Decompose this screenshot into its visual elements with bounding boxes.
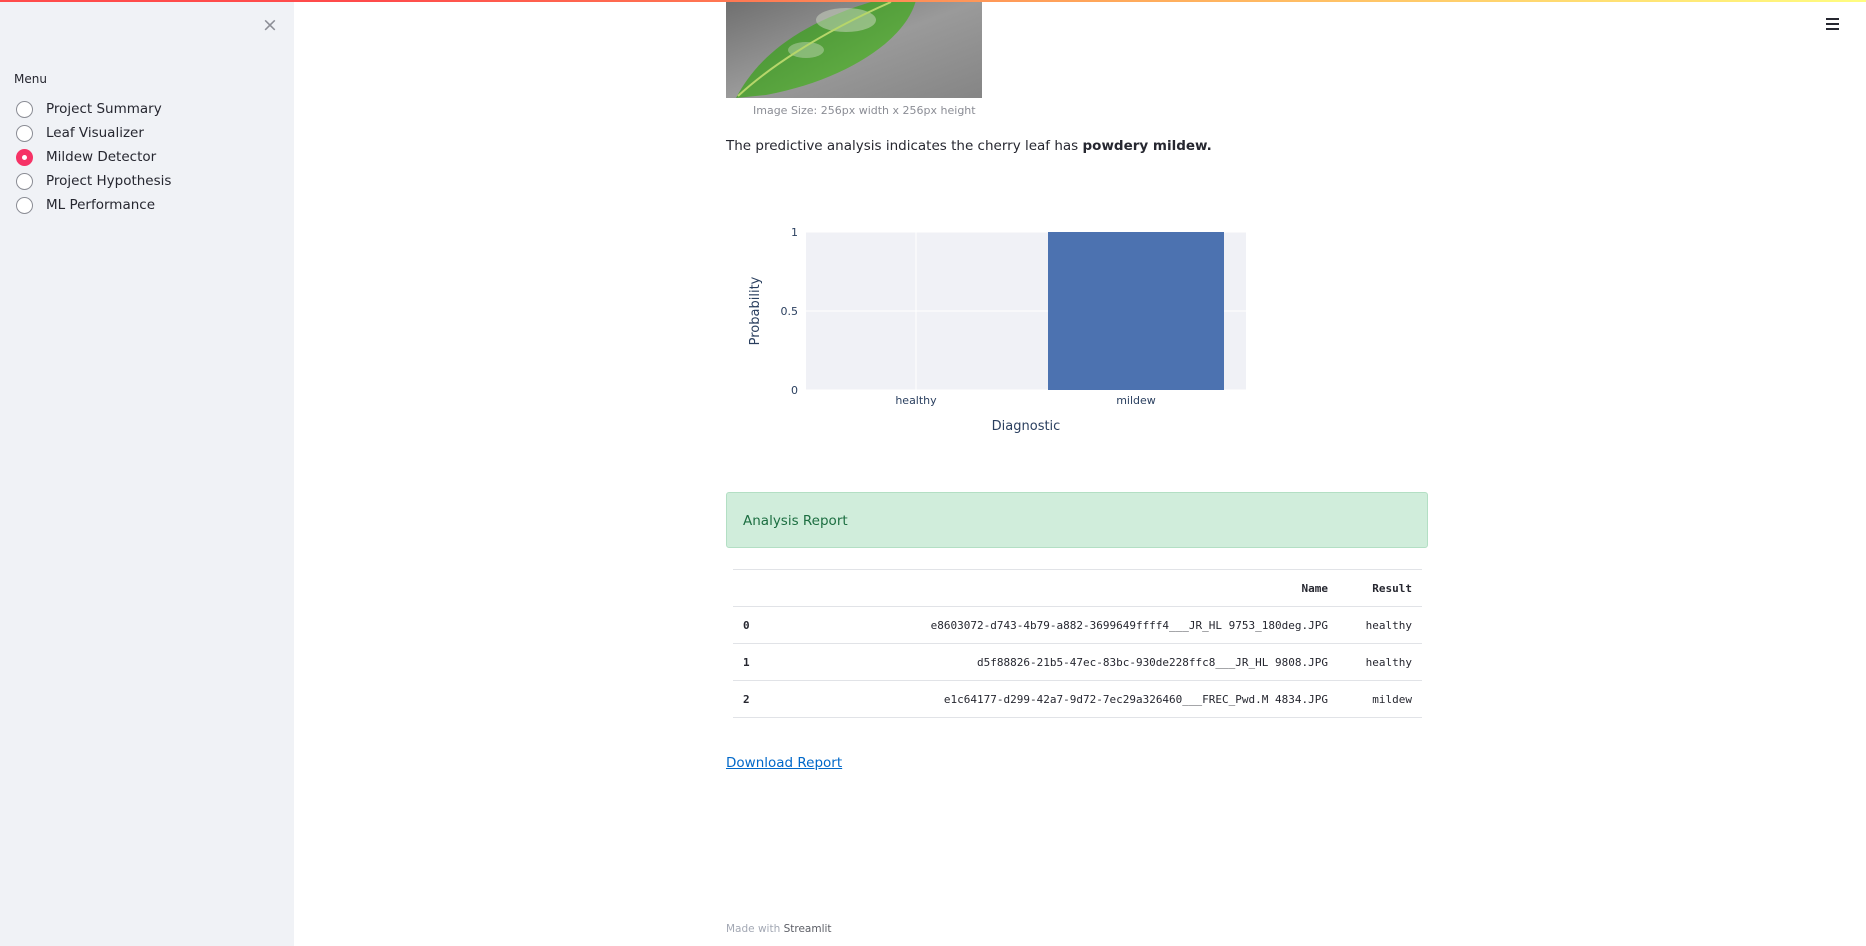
row-index: 2 [733,680,777,718]
download-report-link[interactable]: Download Report [726,755,842,771]
prediction-result: powdery mildew. [1082,138,1212,154]
y-tick-label: 0 [791,384,798,397]
radio-mildew-detector[interactable]: Mildew Detector [14,145,171,169]
x-tick-label: healthy [895,394,937,407]
menu-label: Menu [14,72,47,86]
header-index [733,569,777,607]
bars [1048,232,1224,390]
x-tick-label: mildew [1116,394,1156,407]
prediction-text: The predictive analysis indicates the ch… [726,138,1212,154]
header-name: Name [777,569,1338,607]
chart-svg: 00.51 healthy mildew Probability Diagnost… [748,226,1246,434]
image-caption: Image Size: 256px width x 256px height [753,104,976,117]
row-name: d5f88826-21b5-47ec-83bc-930de228ffc8___J… [777,643,1338,681]
radio-project-summary[interactable]: Project Summary [14,97,171,121]
footer: Made with Streamlit [726,923,832,935]
radio-label: Mildew Detector [46,149,157,165]
probability-chart[interactable]: 0 0.5 1 healthy mildew Probability Diagnost… [726,212,1266,452]
radio-button[interactable] [16,124,33,142]
close-sidebar-icon[interactable]: × [262,14,278,36]
sidebar: × Menu Project Summary Leaf Visualizer M… [0,0,294,946]
row-result: healthy [1338,606,1422,644]
report-table: Name Result 0 e8603072-d743-4b79-a882-36… [733,569,1422,718]
table-row: 2 e1c64177-d299-42a7-9d72-7ec29a326460__… [733,680,1422,718]
x-axis-label: Diagnostic [992,419,1061,434]
radio-button[interactable] [16,196,33,214]
y-tick-label: 0.5 [781,305,799,318]
row-name: e8603072-d743-4b79-a882-3699649ffff4___J… [777,606,1338,644]
row-name: e1c64177-d299-42a7-9d72-7ec29a326460___F… [777,680,1338,718]
row-result: mildew [1338,680,1422,718]
y-ticks: 00.51 [781,226,799,397]
radio-button-selected[interactable] [16,148,33,166]
radio-ml-performance[interactable]: ML Performance [14,193,171,217]
bar-mildew[interactable] [1048,232,1224,390]
alert-text: Analysis Report [743,513,848,529]
table-row: 1 d5f88826-21b5-47ec-83bc-930de228ffc8__… [733,643,1422,681]
y-tick-label: 1 [791,226,798,239]
analysis-report-alert: Analysis Report [726,492,1428,548]
row-result: healthy [1338,643,1422,681]
prediction-prefix: The predictive analysis indicates the ch… [726,138,1083,154]
hamburger-menu-icon[interactable] [1825,17,1841,31]
x-ticks: healthy mildew [895,394,1155,407]
radio-label: Project Summary [46,101,162,117]
radio-label: Leaf Visualizer [46,125,144,141]
page-radio-group: Project Summary Leaf Visualizer Mildew D… [14,97,171,217]
radio-button[interactable] [16,100,33,118]
row-index: 0 [733,606,777,644]
table-row: 0 e8603072-d743-4b79-a882-3699649ffff4__… [733,606,1422,644]
row-index: 1 [733,643,777,681]
footer-prefix: Made with [726,923,784,935]
table-header-row: Name Result [733,569,1422,607]
radio-label: Project Hypothesis [46,173,172,189]
header-result: Result [1338,569,1422,607]
radio-leaf-visualizer[interactable]: Leaf Visualizer [14,121,171,145]
y-axis-label: Probability [748,276,763,345]
radio-project-hypothesis[interactable]: Project Hypothesis [14,169,171,193]
radio-label: ML Performance [46,197,156,213]
radio-button[interactable] [16,172,33,190]
footer-brand[interactable]: Streamlit [784,923,832,935]
top-decoration-bar [0,0,1866,2]
leaf-image [726,0,982,98]
